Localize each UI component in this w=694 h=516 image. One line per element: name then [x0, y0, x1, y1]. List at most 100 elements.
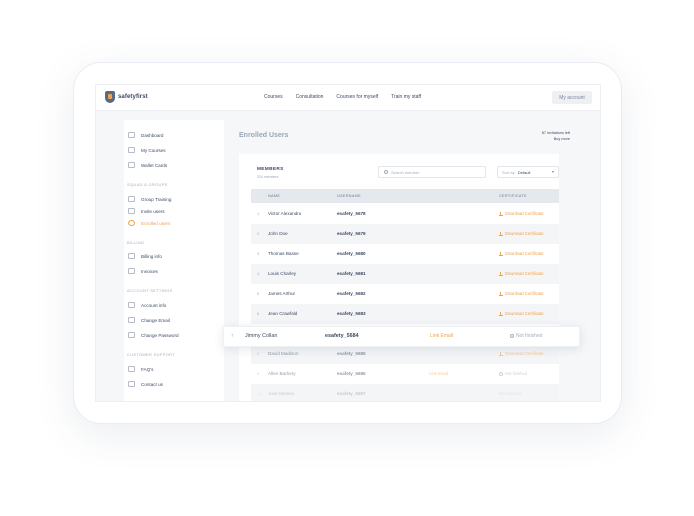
row-number: 8	[257, 351, 260, 356]
status-label: Not finished	[505, 371, 528, 376]
download-certificate-link[interactable]: Download Certificate	[499, 351, 544, 356]
nav-consultation[interactable]: Consultation	[296, 94, 324, 100]
logo[interactable]: safetyfirst	[105, 91, 148, 103]
invoice-icon	[128, 268, 135, 274]
table-row[interactable]: 9 Allen Barbery esafety_5686 Link Email …	[251, 364, 559, 384]
row-name: Thomas Basse	[268, 251, 299, 256]
download-certificate-link[interactable]: Download Certificate	[499, 231, 544, 236]
sort-label: Sort by:	[502, 169, 516, 175]
cert-label: Download Certificate	[505, 311, 544, 316]
table-row[interactable]: 6 Jean Crawfald esafety_5683 Download Ce…	[251, 304, 559, 324]
row-number: 7	[231, 333, 234, 338]
sidebar-item-billing-info[interactable]: Billing info	[128, 253, 162, 259]
sort-select[interactable]: Sort by: Default ▾	[497, 166, 559, 178]
members-count: 324 members	[257, 175, 279, 179]
chevron-down-icon: ▾	[551, 169, 554, 174]
sidebar-item-dashboard[interactable]: Dashboard	[128, 132, 163, 138]
table-row[interactable]: 5 James Arthur esafety_5682 Download Cer…	[251, 284, 559, 304]
sidebar-item-enrolled-users[interactable]: Enrolled users	[128, 220, 170, 226]
sidebar-item-change-email[interactable]: Change Email	[128, 317, 170, 323]
user-icon	[128, 220, 135, 226]
row-number: 2	[257, 231, 260, 236]
col-username[interactable]: USERNAME	[337, 194, 361, 198]
row-name: Jean Crawfald	[268, 311, 298, 316]
row-username: esafety_5680	[337, 251, 366, 256]
row-number: 9	[257, 371, 260, 376]
table-row[interactable]: 4 Louis Charley esafety_5681 Download Ce…	[251, 264, 559, 284]
download-icon	[499, 351, 503, 356]
table-row[interactable]: 3 Thomas Basse esafety_5680 Download Cer…	[251, 244, 559, 264]
clock-icon	[499, 371, 503, 376]
lock-icon	[128, 332, 135, 338]
row-number: 5	[257, 291, 260, 296]
app-screen: safetyfirst Courses Consultation Courses…	[95, 84, 601, 402]
row-number: 6	[257, 311, 260, 316]
link-email[interactable]: Link Email	[430, 333, 453, 339]
row-name: Jose Medina	[268, 391, 295, 396]
download-certificate-link[interactable]: Download Certificate	[499, 271, 544, 276]
status-not-finished: Not finished	[510, 333, 542, 339]
buy-more-link[interactable]: Buy more	[542, 136, 570, 142]
my-account-button[interactable]: My account	[552, 91, 592, 104]
billing-icon	[128, 253, 135, 259]
download-certificate-link[interactable]: Download Certificate	[499, 291, 544, 296]
nav-courses-for-myself[interactable]: Courses for myself	[336, 94, 378, 100]
status-label: Not finished	[516, 333, 543, 339]
row-name: James Arthur	[268, 291, 296, 296]
sidebar-item-invoices[interactable]: Invoices	[128, 268, 158, 274]
dashboard-icon	[128, 132, 135, 138]
sidebar-item-wallet-cards[interactable]: Wallet Cards	[128, 162, 167, 168]
table-row[interactable]: 2 John Doe esafety_5679 Download Certifi…	[251, 224, 559, 244]
row-name: David Madison	[268, 351, 299, 356]
nav-courses[interactable]: Courses	[264, 94, 283, 100]
row-number: 4	[257, 271, 260, 276]
cert-label: Download Certificate	[505, 351, 544, 356]
row-number: 10	[257, 391, 262, 396]
search-input[interactable]: Search member	[378, 166, 486, 178]
download-icon	[499, 251, 503, 256]
row-username: esafety_5683	[337, 311, 366, 316]
sidebar-item-group-training[interactable]: Group Training	[128, 196, 171, 202]
row-username: esafety_5686	[337, 371, 366, 376]
top-nav: Courses Consultation Courses for myself …	[264, 94, 421, 100]
download-icon	[499, 291, 503, 296]
page-title: Enrolled Users	[239, 132, 289, 139]
table-header: NAME USERNAME CERTIFICATE	[251, 189, 559, 203]
table-row[interactable]: 1 Victor Alexandru esafety_5678 Download…	[251, 204, 559, 224]
row-username: esafety_5684	[325, 333, 359, 339]
row-username: esafety_5687	[337, 391, 366, 396]
link-email[interactable]: Link Email	[429, 371, 448, 376]
section-customer-support: CUSTOMER SUPPORT	[127, 352, 175, 357]
nav-train-my-staff[interactable]: Train my staff	[391, 94, 421, 100]
download-certificate-link[interactable]: Download Certificate	[499, 211, 544, 216]
cert-label: Download Certificate	[505, 251, 544, 256]
search-icon	[384, 170, 388, 174]
group-icon	[128, 196, 135, 202]
sidebar-item-invite-users[interactable]: Invite users	[128, 208, 165, 214]
members-card: MEMBERS 324 members Search member Sort b…	[239, 154, 559, 401]
download-certificate-link[interactable]: Download Certificate	[499, 311, 544, 316]
sidebar-item-change-password[interactable]: Change Password	[128, 332, 179, 338]
highlighted-table-row[interactable]: 7 Jimmy Collan esafety_5684 Link Email N…	[223, 326, 580, 347]
table-row[interactable]: 8 David Madison esafety_5685 Download Ce…	[251, 344, 559, 364]
invite-icon	[128, 208, 135, 214]
sidebar-item-faqs[interactable]: FAQ's	[128, 366, 153, 372]
sidebar-item-account-info[interactable]: Account info	[128, 302, 166, 308]
logo-text: safetyfirst	[118, 94, 148, 100]
download-certificate-link[interactable]: Download Certificate	[499, 251, 544, 256]
download-icon	[499, 211, 503, 216]
faq-icon	[128, 366, 135, 372]
row-username: esafety_5678	[337, 211, 366, 216]
email-icon	[128, 317, 135, 323]
status-label: Not finished	[499, 391, 522, 396]
sidebar-item-my-courses[interactable]: My Courses	[128, 147, 166, 153]
status-not-finished: Not finished	[499, 371, 527, 376]
cert-label: Download Certificate	[505, 291, 544, 296]
card-icon	[128, 162, 135, 168]
table-row[interactable]: 10 Jose Medina esafety_5687 Not finished	[251, 384, 559, 401]
col-name[interactable]: NAME	[268, 194, 280, 198]
sidebar-item-contact-us[interactable]: Contact us	[128, 381, 163, 387]
section-squad-groups: SQUAD & GROUPS	[127, 182, 168, 187]
row-name: Louis Charley	[268, 271, 297, 276]
row-number: 1	[257, 211, 260, 216]
